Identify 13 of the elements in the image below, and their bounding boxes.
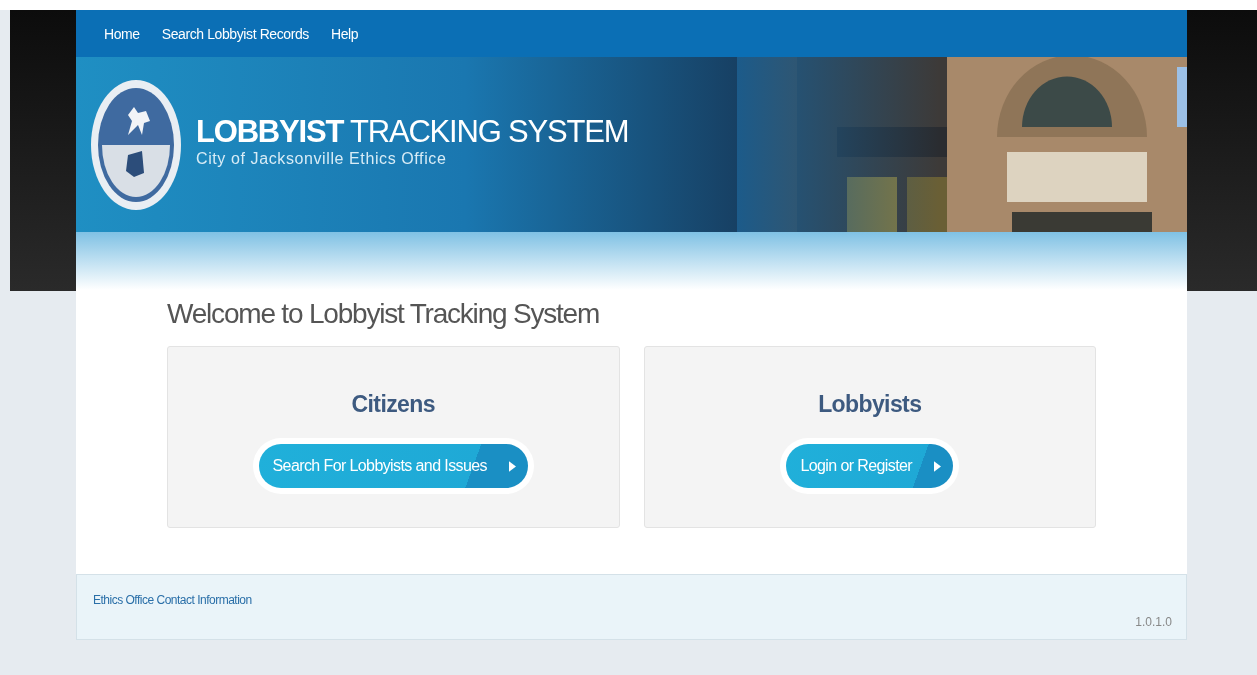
nav-link[interactable]: Help — [330, 25, 359, 42]
site-title: LOBBYIST TRACKING SYSTEM — [196, 115, 629, 150]
city-seal-icon — [90, 78, 182, 211]
panel-title: Citizens — [351, 391, 435, 418]
welcome-heading: Welcome to Lobbyist Tracking System — [167, 298, 601, 330]
version-number: 1.0.1.0 — [1135, 615, 1172, 629]
caret-icon — [508, 460, 516, 472]
nav-link[interactable]: Home — [104, 25, 140, 42]
panel-title: Lobbyists — [818, 391, 922, 418]
nav-link[interactable]: Search Lobbyist Records — [161, 25, 309, 42]
site-subtitle: City of Jacksonville Ethics Office — [196, 149, 448, 168]
contact-link[interactable]: Ethics Office Contact Information — [93, 593, 252, 607]
caret-icon — [934, 460, 942, 472]
